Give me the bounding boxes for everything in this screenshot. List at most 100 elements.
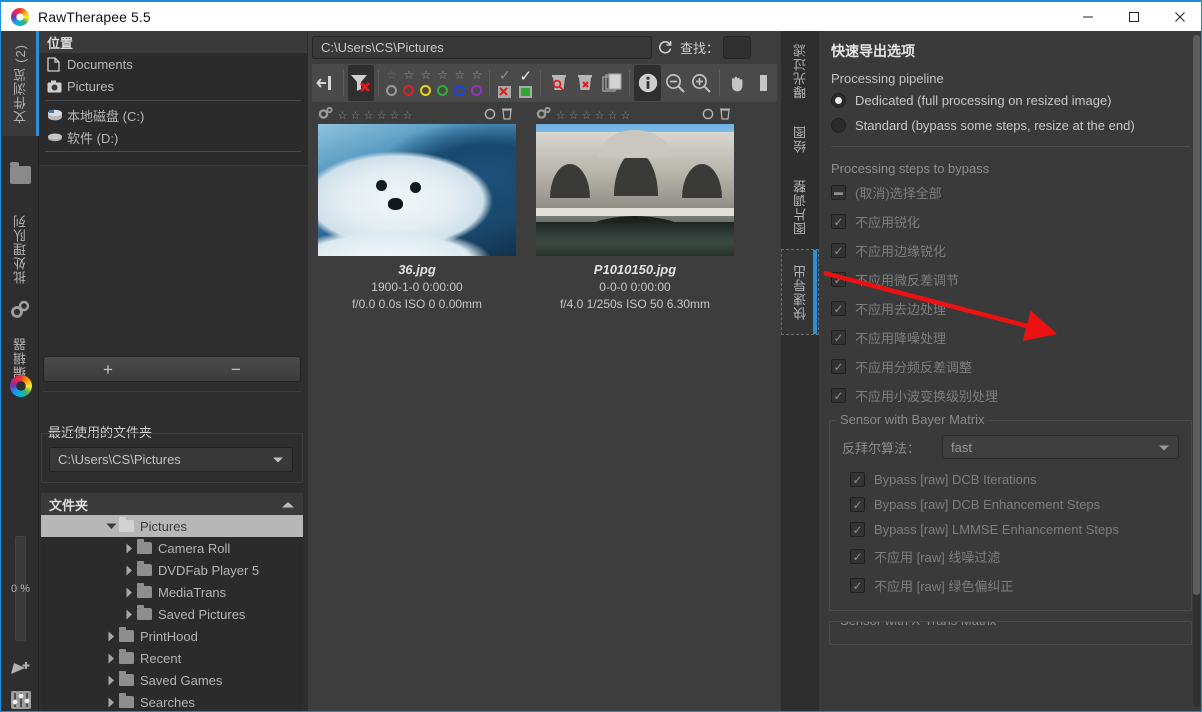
tree-row[interactable]: Saved Games	[41, 669, 303, 691]
thumbnail-star-2[interactable]: ☆	[349, 109, 362, 122]
bypass-checkbox[interactable]: ✓ 不应用微反差调节	[819, 265, 1201, 294]
tab-image-adjust[interactable]: 图片调整	[781, 171, 819, 243]
thumbnail-star-4[interactable]: ☆	[593, 109, 606, 122]
thumbnail-star-4[interactable]: ☆	[375, 109, 388, 122]
add-place-button[interactable]: +	[44, 361, 172, 378]
folder-tree[interactable]: Pictures Camera Roll DVDFab Player 5 MediaT…	[41, 515, 303, 711]
bypass-checkbox[interactable]: ▬ (取消)选择全部	[819, 178, 1201, 207]
color-label-filter-2[interactable]	[400, 83, 417, 99]
bayer-checkbox[interactable]: ✓ Bypass [raw] DCB Iterations	[838, 467, 1183, 492]
tree-row[interactable]: Camera Roll	[41, 537, 303, 559]
save-cancel-icon[interactable]	[494, 85, 515, 99]
thumbnail-image-seal[interactable]	[318, 124, 516, 256]
radio-standard[interactable]: Standard (bypass some steps, resize at t…	[819, 113, 1201, 138]
sidebar-item-file-browser[interactable]: 文件浏览 (2)	[2, 31, 39, 136]
bypass-checkbox[interactable]: ✓ 不应用去边处理	[819, 294, 1201, 323]
bypass-checkbox[interactable]: ✓ 不应用分频反差调整	[819, 352, 1201, 381]
trash-icon[interactable]	[501, 107, 513, 123]
trash-delete-icon[interactable]	[572, 65, 599, 101]
tree-row[interactable]: Saved Pictures	[41, 603, 303, 625]
bayer-checkbox[interactable]: ✓ 不应用 [raw] 线噪过滤	[838, 542, 1183, 571]
save-apply-icon[interactable]	[515, 85, 536, 99]
maximize-button[interactable]	[1111, 1, 1157, 32]
star-filter-2[interactable]: ☆	[400, 68, 417, 83]
color-label-filter-3[interactable]	[417, 83, 434, 99]
tree-row[interactable]: Searches	[41, 691, 303, 711]
color-label-filter-1[interactable]	[383, 83, 400, 99]
thumbnail-star-3[interactable]: ☆	[362, 109, 375, 122]
chevron-down-icon[interactable]	[103, 522, 119, 530]
chevron-right-icon[interactable]	[121, 543, 137, 554]
bayer-checkbox[interactable]: ✓ Bypass [raw] DCB Enhancement Steps	[838, 492, 1183, 517]
panel-scrollbar[interactable]	[1193, 35, 1200, 707]
thumbnail-star-1[interactable]: ☆	[554, 109, 567, 122]
bypass-checkbox[interactable]: ✓ 不应用锐化	[819, 207, 1201, 236]
color-label-filter-6[interactable]	[468, 83, 485, 99]
bypass-checkbox[interactable]: ✓ 不应用降噪处理	[819, 323, 1201, 352]
color-label-row[interactable]	[383, 83, 485, 99]
place-item-pictures[interactable]: Pictures	[39, 75, 307, 97]
color-label-circle-icon[interactable]	[484, 108, 496, 123]
color-label-circle-icon[interactable]	[702, 108, 714, 123]
search-input[interactable]	[723, 35, 752, 59]
zoom-out-icon[interactable]	[661, 65, 688, 101]
chevron-right-icon[interactable]	[121, 587, 137, 598]
star-filter-3[interactable]: ☆	[417, 68, 434, 83]
folder-tree-header[interactable]: 文件夹	[41, 493, 303, 515]
minimize-button[interactable]	[1065, 1, 1111, 32]
chevron-right-icon[interactable]	[103, 631, 119, 642]
thumbnail-star-5[interactable]: ☆	[606, 109, 619, 122]
tree-row[interactable]: MediaTrans	[41, 581, 303, 603]
thumbnail-star-6[interactable]: ☆	[619, 109, 632, 122]
star-filter-5[interactable]: ☆	[451, 68, 468, 83]
thumbnail-image-bridge[interactable]	[536, 124, 734, 256]
thumbnail-item[interactable]: ☆ ☆ ☆ ☆ ☆ ☆	[318, 106, 516, 311]
close-button[interactable]	[1157, 1, 1201, 32]
tool-icon[interactable]	[750, 65, 777, 101]
tab-drawing[interactable]: 绘图	[781, 115, 819, 163]
tab-quick-export[interactable]: 快速导出	[781, 249, 819, 335]
recent-folders-combo[interactable]: C:\Users\CS\Pictures	[49, 447, 293, 472]
place-item-local-disk-c[interactable]: 本地磁盘 (C:)	[39, 104, 307, 126]
sidebar-item-batch-queue[interactable]: 批处理队列	[2, 199, 39, 299]
demosaic-select[interactable]: fast	[942, 435, 1179, 459]
trash-search-icon[interactable]	[545, 65, 572, 101]
bayer-checkbox[interactable]: ✓ Bypass [raw] LMMSE Enhancement Steps	[838, 517, 1183, 542]
tree-row[interactable]: PrintHood	[41, 625, 303, 647]
radio-dedicated[interactable]: Dedicated (full processing on resized im…	[819, 88, 1201, 113]
gear-plus-icon[interactable]	[318, 106, 334, 123]
info-icon[interactable]	[634, 65, 662, 101]
filter-clear-icon[interactable]	[347, 65, 375, 101]
thumbnail-star-1[interactable]: ☆	[336, 109, 349, 122]
star-filter-1[interactable]: ☆	[383, 68, 400, 83]
tree-row[interactable]: DVDFab Player 5	[41, 559, 303, 581]
bayer-checkbox[interactable]: ✓ 不应用 [raw] 绿色偏纠正	[838, 571, 1183, 600]
star-filter-4[interactable]: ☆	[434, 68, 451, 83]
thumbnail-stars[interactable]: ☆ ☆ ☆ ☆ ☆ ☆	[336, 109, 414, 122]
send-to-editor-icon[interactable]	[2, 656, 39, 684]
refresh-icon[interactable]	[652, 39, 678, 55]
tab-exposure-filter[interactable]: 曝光过滤	[781, 35, 819, 107]
tree-row[interactable]: Recent	[41, 647, 303, 669]
thumbnail-star-6[interactable]: ☆	[401, 109, 414, 122]
remove-place-button[interactable]: −	[172, 361, 300, 378]
star-filter-6[interactable]: ☆	[468, 68, 485, 83]
zoom-in-icon[interactable]	[688, 65, 715, 101]
star-rating-row[interactable]: ☆ ☆ ☆ ☆ ☆ ☆	[383, 68, 485, 83]
bypass-checkbox[interactable]: ✓ 不应用边缘锐化	[819, 236, 1201, 265]
copy-profile-icon[interactable]	[599, 65, 626, 101]
chevron-right-icon[interactable]	[103, 675, 119, 686]
gear-plus-icon[interactable]	[536, 106, 552, 123]
thumbnail-stars[interactable]: ☆ ☆ ☆ ☆ ☆ ☆	[554, 109, 632, 122]
color-wheel-icon[interactable]	[2, 371, 39, 401]
tree-row[interactable]: Pictures	[41, 515, 303, 537]
check-bright-icon[interactable]: ✓	[515, 67, 536, 85]
color-label-filter-5[interactable]	[451, 83, 468, 99]
path-input[interactable]: C:\Users\CS\Pictures	[312, 35, 652, 59]
place-item-software-d[interactable]: 软件 (D:)	[39, 126, 307, 148]
sliders-icon[interactable]	[2, 686, 39, 711]
color-label-filter-4[interactable]	[434, 83, 451, 99]
chevron-up-icon[interactable]	[281, 497, 295, 512]
chevron-right-icon[interactable]	[103, 653, 119, 664]
check-dim-icon[interactable]: ✓	[494, 67, 515, 85]
